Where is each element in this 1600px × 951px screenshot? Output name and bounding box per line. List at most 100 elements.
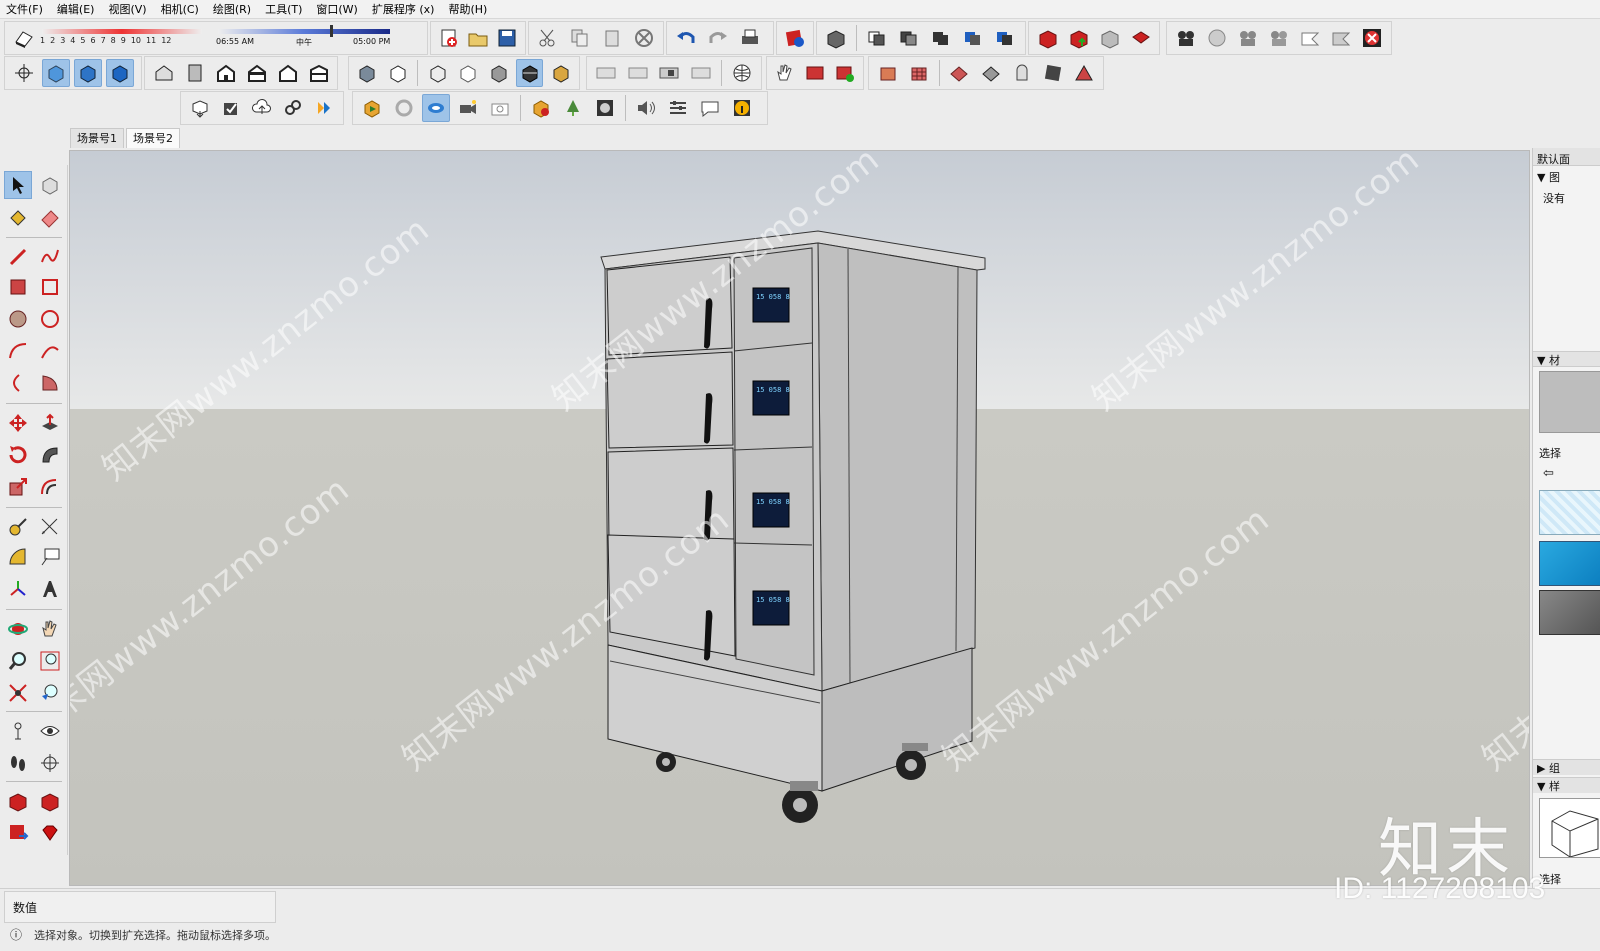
upload-cloud-icon[interactable] [248, 94, 275, 122]
front-view-icon[interactable] [212, 59, 239, 87]
paste-icon[interactable] [598, 24, 626, 52]
walk-icon[interactable] [4, 749, 32, 777]
steam-cabinet-model[interactable]: 15 058 8 15 058 8 15 058 8 15 058 8 [600, 230, 986, 823]
add-location-icon[interactable] [832, 59, 858, 87]
month-slider[interactable]: 1 2 3 4 5 6 7 8 9 10 11 12 [40, 23, 210, 53]
model-viewport[interactable]: 15 058 8 15 058 8 15 058 8 15 058 8 知末网w… [69, 150, 1530, 886]
scatter-icon[interactable] [559, 94, 587, 122]
dynamic-component-icon[interactable] [186, 94, 213, 122]
follow-me-icon[interactable] [36, 441, 64, 469]
dimension-icon[interactable] [36, 513, 64, 541]
orbit-icon[interactable] [4, 615, 32, 643]
snapshot-icon[interactable] [486, 94, 514, 122]
offset-tool-icon[interactable] [36, 473, 64, 501]
components-header[interactable]: ▶ 组 [1537, 760, 1560, 776]
info-icon[interactable] [728, 94, 756, 122]
previous-view-icon[interactable] [36, 679, 64, 707]
sound-icon[interactable] [632, 94, 660, 122]
model-info-icon[interactable] [782, 24, 808, 52]
back-view-icon[interactable] [274, 59, 301, 87]
flag-filled-icon[interactable] [1328, 24, 1355, 52]
erase-icon[interactable] [630, 24, 658, 52]
flag-icon[interactable] [1297, 24, 1324, 52]
interactive-render-icon[interactable] [390, 94, 418, 122]
zoom-icon[interactable] [4, 647, 32, 675]
new-file-icon[interactable] [436, 24, 461, 52]
menu-tools[interactable]: 工具(T) [265, 1, 302, 17]
arc-tool-icon[interactable] [4, 337, 32, 365]
freehand-icon[interactable] [36, 243, 64, 271]
protractor-icon[interactable] [4, 543, 32, 571]
open-file-icon[interactable] [465, 24, 490, 52]
playback-icon[interactable] [1265, 24, 1292, 52]
warehouse-get-icon[interactable] [4, 787, 32, 815]
help-icon[interactable]: ⓘ [10, 926, 22, 943]
vfb-icon[interactable] [422, 94, 450, 122]
menu-camera[interactable]: 相机(C) [161, 1, 199, 17]
shaded-icon[interactable] [106, 59, 134, 87]
scale-tool-icon[interactable] [4, 473, 32, 501]
two-point-arc-icon[interactable] [36, 337, 64, 365]
render-icon[interactable] [358, 94, 386, 122]
add-detail-icon[interactable] [1039, 59, 1066, 87]
stamp-icon[interactable] [977, 59, 1004, 87]
trim-icon[interactable] [991, 24, 1019, 52]
make-component-icon[interactable] [822, 24, 850, 52]
share-component-left-icon[interactable] [4, 819, 32, 847]
push-pull-icon[interactable] [36, 409, 64, 437]
sliders-icon[interactable] [664, 94, 692, 122]
look-around-icon[interactable] [36, 717, 64, 745]
right-view-icon[interactable] [243, 59, 270, 87]
menu-edit[interactable]: 编辑(E) [57, 1, 95, 17]
line-tool-icon[interactable] [4, 243, 32, 271]
layer-icon-3[interactable] [656, 59, 684, 87]
zoom-extents-icon[interactable] [4, 679, 32, 707]
entity-info-header[interactable]: ▼ 图 [1537, 169, 1560, 185]
share-model-icon[interactable] [1065, 24, 1092, 52]
pan-orbit-icon[interactable] [10, 59, 38, 87]
position-camera-icon[interactable] [4, 717, 32, 745]
left-view-icon[interactable] [305, 59, 332, 87]
layer-icon-1[interactable] [592, 59, 620, 87]
material-swatch-1[interactable] [1539, 490, 1600, 535]
select-tool-icon[interactable] [4, 171, 32, 199]
outer-shell-icon[interactable] [863, 24, 891, 52]
materials-header[interactable]: ▼ 材 [1537, 352, 1560, 368]
paint-bucket-icon[interactable] [4, 203, 32, 231]
polygon-tool-icon[interactable] [36, 305, 64, 333]
circle-tool-icon[interactable] [4, 305, 32, 333]
eraser-icon[interactable] [36, 203, 64, 231]
menu-extensions[interactable]: 扩展程序 (x) [372, 1, 435, 17]
axes-icon[interactable] [4, 575, 32, 603]
layer-icon-2[interactable] [624, 59, 652, 87]
copy-icon[interactable] [566, 24, 594, 52]
hidden-icon[interactable] [455, 59, 482, 87]
smoove-icon[interactable] [946, 59, 973, 87]
measurements-box[interactable]: 数值 [4, 891, 276, 923]
hidden-line-icon[interactable] [385, 59, 412, 87]
intersect-icon[interactable] [895, 24, 923, 52]
warehouse-icon[interactable] [1034, 24, 1061, 52]
cycle-icon[interactable] [1203, 24, 1230, 52]
from-scratch-icon[interactable] [905, 59, 932, 87]
time-slider[interactable]: 06:55 AM 中午 05:00 PM [216, 23, 396, 53]
cut-icon[interactable] [534, 24, 562, 52]
checkbox-icon[interactable] [217, 94, 244, 122]
share-component-icon[interactable] [1096, 24, 1123, 52]
zoom-window-icon[interactable] [36, 647, 64, 675]
save-icon[interactable] [495, 24, 520, 52]
menu-view[interactable]: 视图(V) [108, 1, 146, 17]
select-tab[interactable]: 选择 [1539, 445, 1561, 461]
section-plane-icon[interactable] [36, 749, 64, 777]
drape-icon[interactable] [1008, 59, 1035, 87]
xray-icon[interactable] [42, 59, 70, 87]
iso-view-icon[interactable] [150, 59, 177, 87]
scene-tab-1[interactable]: 场景号1 [70, 128, 124, 148]
menu-window[interactable]: 窗口(W) [316, 1, 357, 17]
photo-texture-icon[interactable] [802, 59, 828, 87]
pie-icon[interactable] [36, 369, 64, 397]
material-swatch-2[interactable] [1539, 541, 1600, 586]
wireframe-icon[interactable] [424, 59, 451, 87]
xray-style-icon[interactable] [547, 59, 574, 87]
3d-text-icon[interactable] [36, 575, 64, 603]
